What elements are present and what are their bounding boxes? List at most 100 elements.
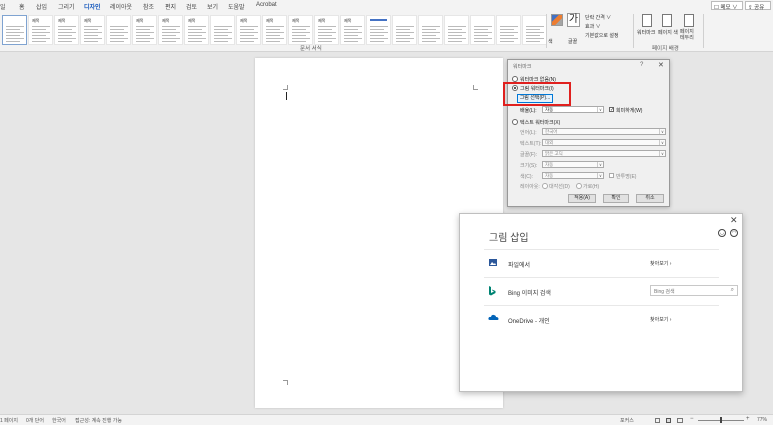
style-set-thumbnail[interactable]: 제목 bbox=[340, 15, 365, 45]
onedrive-row[interactable]: OneDrive - 개인 찾아보기 › bbox=[484, 305, 719, 333]
page-border-label[interactable]: 페이지 테두리 bbox=[680, 29, 698, 41]
style-set-thumbnail[interactable]: 제목 bbox=[80, 15, 105, 45]
scale-select[interactable]: 자동 ∨ bbox=[542, 106, 604, 113]
size-select[interactable]: 자동 ∨ bbox=[542, 161, 604, 168]
language-status[interactable]: 한국어 bbox=[52, 417, 66, 424]
style-set-thumbnail[interactable] bbox=[444, 15, 469, 45]
style-preview-line bbox=[292, 29, 306, 30]
semitransparent-checkbox[interactable] bbox=[609, 173, 614, 178]
menu-view[interactable]: 보기 bbox=[207, 2, 218, 11]
page-color-label[interactable]: 페이지 색 bbox=[658, 29, 678, 36]
style-set-thumbnail[interactable] bbox=[496, 15, 521, 45]
smile-icon[interactable]: ◡ bbox=[718, 229, 726, 237]
language-value: 한국어 bbox=[545, 129, 558, 134]
style-preview-line bbox=[474, 35, 488, 36]
watermark-label[interactable]: 워터마크 bbox=[637, 29, 655, 36]
style-preview-line bbox=[448, 26, 466, 27]
style-set-thumbnail[interactable]: 제목 bbox=[28, 15, 53, 45]
frown-icon[interactable]: ◠ bbox=[730, 229, 738, 237]
style-set-thumbnail[interactable]: 제목 bbox=[184, 15, 209, 45]
style-set-thumbnail[interactable]: 제목 bbox=[314, 15, 339, 45]
share-button[interactable]: ⇪ 공유 ∨ bbox=[745, 1, 771, 19]
menu-home[interactable]: 홈 bbox=[19, 2, 25, 11]
menu-design[interactable]: 디자인 bbox=[84, 2, 101, 14]
washout-checkbox[interactable]: ✓ bbox=[609, 107, 614, 113]
radio-horizontal[interactable] bbox=[576, 183, 582, 189]
style-preview-line bbox=[396, 29, 410, 30]
focus-button[interactable]: 포커스 bbox=[620, 417, 634, 424]
style-preview-line bbox=[136, 32, 154, 33]
zoom-in-button[interactable]: + bbox=[746, 416, 750, 422]
fonts-icon[interactable]: 가 bbox=[567, 13, 580, 27]
menu-references[interactable]: 참조 bbox=[143, 2, 154, 11]
search-icon[interactable]: ⌕ bbox=[731, 287, 734, 294]
style-set-thumbnail[interactable]: 제목 bbox=[158, 15, 183, 45]
bing-search-input[interactable]: Bing 검색 ⌕ bbox=[650, 285, 738, 296]
style-set-thumbnail[interactable] bbox=[106, 15, 131, 45]
page-color-icon[interactable] bbox=[662, 14, 672, 27]
print-layout-icon[interactable] bbox=[666, 418, 671, 423]
zoom-out-button[interactable]: − bbox=[690, 416, 694, 422]
radio-text-watermark[interactable] bbox=[512, 119, 518, 125]
style-preview-line bbox=[500, 41, 514, 42]
style-preview-line bbox=[32, 29, 46, 30]
page-border-icon[interactable] bbox=[684, 14, 694, 27]
style-set-thumbnail[interactable]: 제목 bbox=[54, 15, 79, 45]
effects-button[interactable]: 효과 ∨ bbox=[585, 23, 601, 30]
style-set-thumbnail[interactable] bbox=[470, 15, 495, 45]
menu-draw[interactable]: 그리기 bbox=[58, 2, 75, 11]
word-count[interactable]: 0개 단어 bbox=[26, 417, 44, 424]
colors-label[interactable]: 색 bbox=[548, 38, 553, 45]
web-layout-icon[interactable] bbox=[677, 418, 683, 423]
style-set-thumbnail[interactable] bbox=[2, 15, 27, 45]
memo-button[interactable]: ☐ 메모 ∨ bbox=[711, 1, 743, 11]
style-set-thumbnail[interactable]: 제목 bbox=[288, 15, 313, 45]
menu-help[interactable]: 도움말 bbox=[228, 2, 245, 11]
apply-button[interactable]: 적용(A) bbox=[568, 194, 596, 203]
set-default-button[interactable]: 기본값으로 설정 bbox=[585, 32, 619, 39]
style-preview-line bbox=[318, 29, 332, 30]
browse-link[interactable]: 찾아보기 › bbox=[650, 260, 671, 267]
style-set-thumbnail[interactable]: 제목 bbox=[262, 15, 287, 45]
text-select[interactable]: 대외 ∨ bbox=[542, 139, 666, 146]
color-select[interactable]: 자동 ∨ bbox=[542, 172, 604, 179]
language-select[interactable]: 한국어 ∨ bbox=[542, 128, 666, 135]
zoom-slider-thumb[interactable] bbox=[720, 417, 722, 423]
style-preview-line bbox=[292, 41, 306, 42]
read-mode-icon[interactable] bbox=[655, 418, 660, 423]
menu-acrobat[interactable]: Acrobat bbox=[256, 2, 277, 8]
style-set-thumbnail[interactable] bbox=[522, 15, 547, 45]
style-set-thumbnail[interactable] bbox=[366, 15, 391, 45]
watermark-icon[interactable] bbox=[642, 14, 652, 27]
style-preview-line bbox=[500, 38, 518, 39]
style-set-thumbnail[interactable]: 제목 bbox=[132, 15, 157, 45]
chevron-down-icon: ∨ bbox=[659, 140, 665, 145]
menu-mailings[interactable]: 편지 bbox=[165, 2, 176, 11]
menu-review[interactable]: 검토 bbox=[186, 2, 197, 11]
accessibility-status[interactable]: 접근성: 계속 진행 가능 bbox=[75, 417, 122, 424]
fonts-label[interactable]: 글꼴 bbox=[568, 38, 577, 45]
style-set-thumbnail[interactable] bbox=[392, 15, 417, 45]
from-file-row[interactable]: 파일에서 찾아보기 › bbox=[484, 249, 719, 277]
radio-diagonal[interactable] bbox=[542, 183, 548, 189]
font-select[interactable]: 맑은 고딕 ∨ bbox=[542, 150, 666, 157]
browse-link[interactable]: 찾아보기 › bbox=[650, 316, 671, 323]
style-set-title: 제목 bbox=[58, 18, 66, 23]
zoom-level[interactable]: 77% bbox=[757, 417, 767, 423]
paragraph-spacing-button[interactable]: 단락 간격 ∨ bbox=[585, 14, 611, 21]
colors-icon[interactable] bbox=[551, 14, 563, 26]
style-set-thumbnail[interactable] bbox=[418, 15, 443, 45]
menu-file[interactable]: 일 bbox=[0, 2, 6, 11]
menu-layout[interactable]: 레이아웃 bbox=[110, 2, 132, 11]
dialog-title: 워터마크 bbox=[513, 64, 532, 70]
close-icon[interactable]: ✕ bbox=[730, 215, 738, 226]
page-count[interactable]: 1 페이지 bbox=[0, 417, 18, 424]
close-icon[interactable]: ✕ bbox=[658, 61, 664, 69]
ok-button[interactable]: 확인 bbox=[603, 194, 629, 203]
style-preview-line bbox=[6, 29, 20, 30]
style-set-thumbnail[interactable]: 제목 bbox=[236, 15, 261, 45]
menu-insert[interactable]: 삽입 bbox=[36, 2, 47, 11]
cancel-button[interactable]: 취소 bbox=[636, 194, 664, 203]
style-set-thumbnail[interactable] bbox=[210, 15, 235, 45]
help-icon[interactable]: ? bbox=[640, 62, 643, 68]
